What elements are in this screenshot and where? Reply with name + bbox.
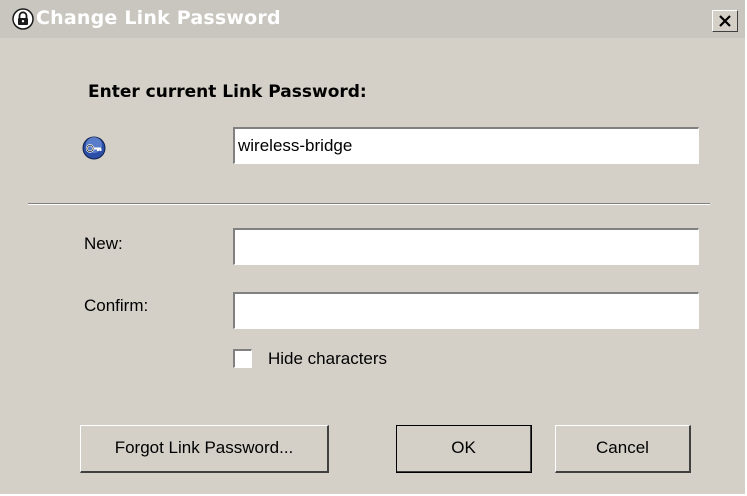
ok-button[interactable]: OK [396,425,532,473]
confirm-password-label: Confirm: [84,296,149,315]
current-password-heading: Enter current Link Password: [88,82,367,102]
hide-characters-label[interactable]: Hide characters [268,349,387,369]
current-password-input[interactable] [232,126,700,165]
close-button[interactable] [712,10,738,32]
close-icon [719,15,731,27]
window-title: Change Link Password [36,7,281,29]
key-icon [82,136,106,160]
separator [28,203,710,205]
title-bar[interactable]: Change Link Password [0,0,745,38]
new-password-label: New: [84,234,123,253]
new-password-input[interactable] [232,227,700,266]
cancel-button[interactable]: Cancel [555,425,691,473]
lock-icon [12,8,34,30]
change-link-password-dialog: Change Link Password Enter current Link … [0,0,747,496]
hide-characters-checkbox[interactable] [233,349,252,368]
confirm-password-input[interactable] [232,291,700,330]
forgot-link-password-button[interactable]: Forgot Link Password... [80,425,329,473]
